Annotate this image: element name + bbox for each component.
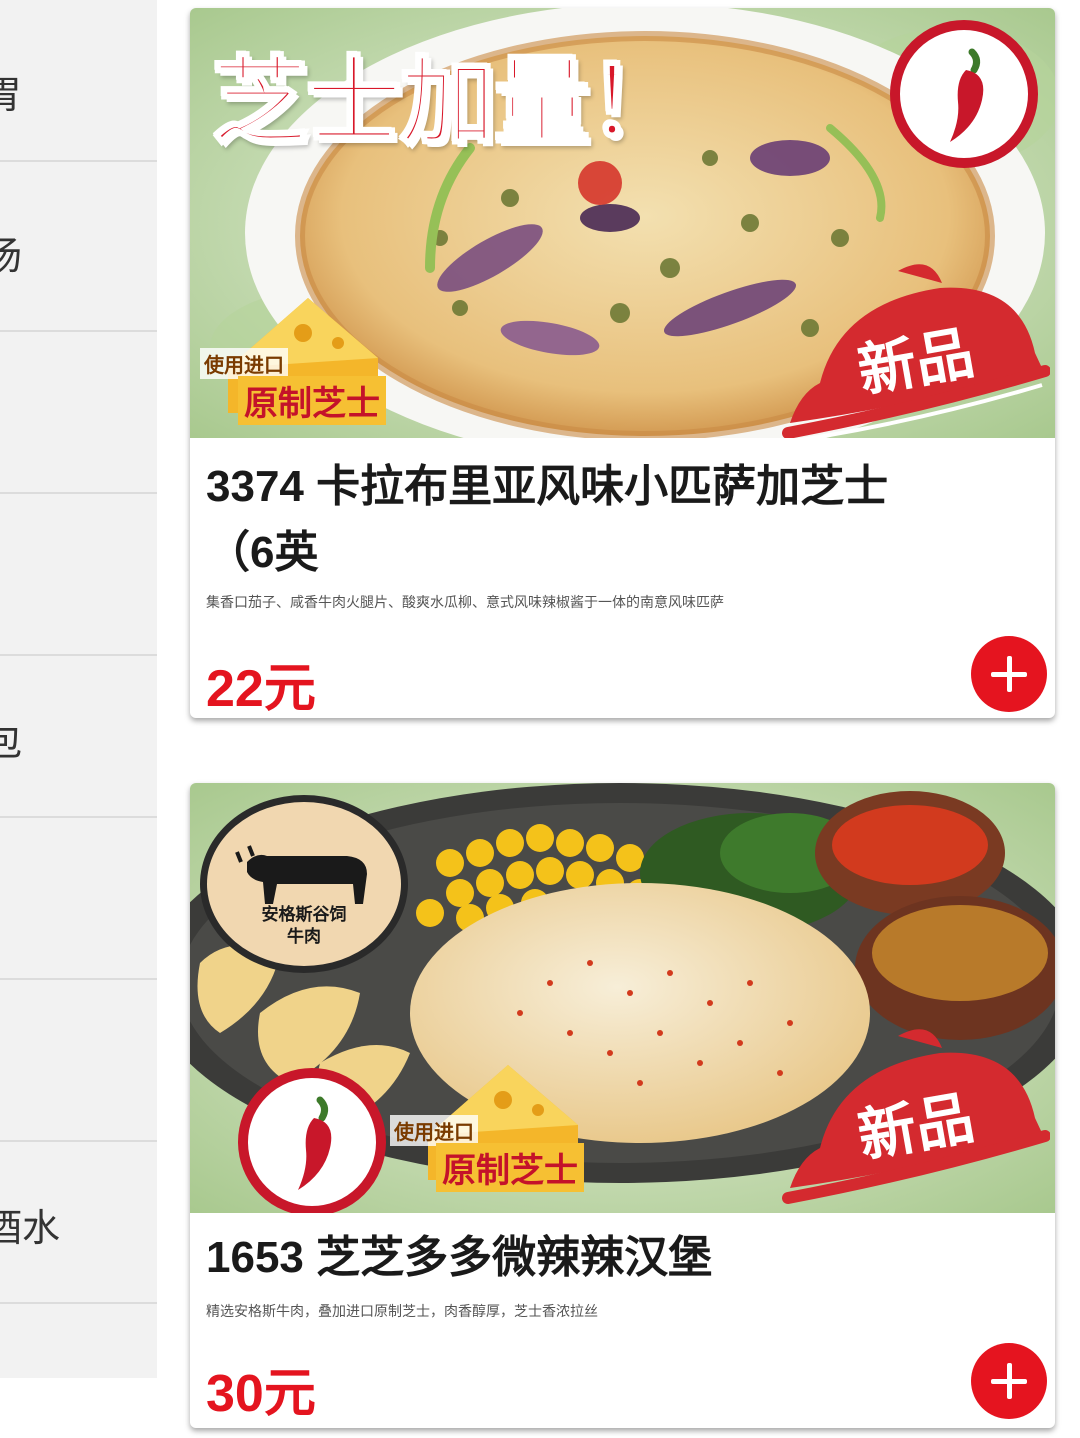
menu-page: 胃 汤 包 酒水 [0, 0, 1080, 1438]
cheese-icon: 使用进口 原制芝士 [388, 1055, 608, 1205]
cheese-caption-big: 原制芝士 [436, 1143, 584, 1192]
chili-icon [238, 1068, 386, 1213]
add-to-cart-button[interactable] [971, 1343, 1047, 1419]
new-product-badge: 新品 [780, 243, 1050, 438]
product-price: 22元 [206, 660, 316, 718]
sidebar-item-label: 包 [0, 711, 22, 766]
sidebar-item-4[interactable] [0, 494, 157, 656]
sidebar-item-7[interactable] [0, 980, 157, 1142]
sidebar-item-label: 汤 [0, 225, 22, 280]
cheese-icon: 使用进口 原制芝士 [198, 288, 408, 438]
sidebar-item-1[interactable]: 胃 [0, 0, 157, 162]
product-card[interactable]: 安格斯谷饲 牛肉 使用进口 原制芝士 新品 1653 芝芝多多微辣辣汉堡 精选安… [190, 783, 1055, 1428]
add-to-cart-button[interactable] [971, 636, 1047, 712]
sidebar-item-label: 胃 [0, 64, 22, 119]
sidebar-item-5[interactable]: 包 [0, 656, 157, 818]
product-title: 1653 芝芝多多微辣辣汉堡 [206, 1233, 713, 1282]
sidebar-item-label: 酒水 [0, 1206, 61, 1250]
beef-label-line1: 安格斯谷饲 [261, 905, 347, 925]
cheese-caption-small: 使用进口 [390, 1115, 478, 1146]
sidebar-item-2[interactable]: 汤 [0, 170, 157, 332]
cheese-caption-big: 原制芝士 [238, 376, 386, 425]
sidebar-item-3[interactable] [0, 332, 157, 494]
sidebar-item-8[interactable]: 酒水 [0, 1142, 157, 1304]
product-price: 30元 [206, 1365, 316, 1423]
promo-banner: 芝士加量！ [211, 45, 686, 160]
product-title: 3374 卡拉布里亚风味小匹萨加芝士（6英 [206, 462, 889, 577]
cheese-caption-small: 使用进口 [200, 348, 288, 379]
beef-label-line2: 牛肉 [287, 927, 321, 947]
category-sidebar: 胃 汤 包 酒水 [0, 0, 157, 1378]
product-card[interactable]: 芝士加量！ 使用进口 原制芝士 新品 3374 卡拉布里亚风味小匹萨加芝士（6英… [190, 8, 1055, 718]
beef-badge: 安格斯谷饲 牛肉 [200, 795, 408, 973]
product-description: 精选安格斯牛肉，叠加进口原制芝士，肉香醇厚，芝士香浓拉丝 [206, 1304, 598, 1320]
sidebar-item-6[interactable] [0, 818, 157, 980]
product-image[interactable]: 芝士加量！ 使用进口 原制芝士 新品 [190, 8, 1055, 438]
new-product-badge: 新品 [780, 1008, 1050, 1208]
product-image[interactable]: 安格斯谷饲 牛肉 使用进口 原制芝士 新品 [190, 783, 1055, 1213]
product-description: 集香口茄子、咸香牛肉火腿片、酸爽水瓜柳、意式风味辣椒酱于一体的南意风味匹萨 [206, 595, 724, 611]
chili-icon [890, 20, 1038, 168]
